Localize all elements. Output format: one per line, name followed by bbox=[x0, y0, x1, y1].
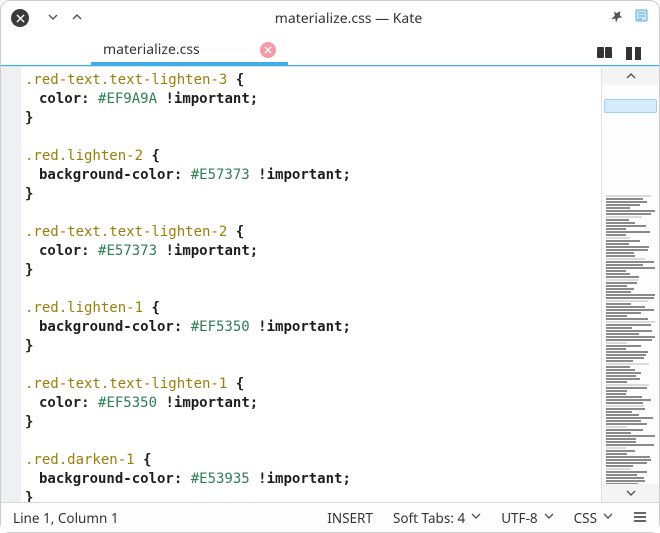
tab-label: materialize.css bbox=[103, 40, 200, 59]
language-mode[interactable]: CSS bbox=[574, 509, 613, 527]
minimap[interactable] bbox=[602, 85, 659, 484]
cursor-position[interactable]: Line 1, Column 1 bbox=[13, 509, 119, 527]
indent-label: Soft Tabs: 4 bbox=[393, 509, 465, 527]
nav-arrows bbox=[43, 8, 87, 29]
css-rule: ▼.red.darken-1 {background-color: #E5393… bbox=[25, 451, 601, 502]
fold-gutter[interactable] bbox=[1, 67, 21, 502]
property: background-color bbox=[39, 318, 174, 337]
status-menu-icon[interactable] bbox=[633, 507, 647, 529]
encoding[interactable]: UTF-8 bbox=[501, 509, 553, 527]
note-icon[interactable] bbox=[634, 8, 649, 28]
nav-down-icon[interactable] bbox=[43, 8, 63, 29]
scrollbar-area bbox=[601, 67, 659, 502]
color-value: #EF5350 bbox=[191, 318, 250, 337]
edit-mode[interactable]: INSERT bbox=[327, 509, 373, 527]
chevron-down-icon bbox=[471, 510, 481, 525]
property: color bbox=[39, 90, 81, 109]
important-keyword: !important bbox=[258, 318, 342, 337]
encoding-label: UTF-8 bbox=[501, 509, 537, 527]
pin-icon[interactable] bbox=[610, 9, 624, 28]
code-editor[interactable]: ▼.red-text.text-lighten-3 {color: #EF9A9… bbox=[21, 67, 601, 502]
chevron-down-icon bbox=[544, 510, 554, 525]
css-rule: ▼.red.lighten-2 {background-color: #E573… bbox=[25, 147, 601, 204]
property: color bbox=[39, 394, 81, 413]
selector: .red-text.text-lighten-1 bbox=[25, 375, 227, 394]
css-rule: ▼.red-text.text-lighten-2 {color: #E5737… bbox=[25, 223, 601, 280]
selector: .red-text.text-lighten-3 bbox=[25, 71, 227, 90]
status-bar: Line 1, Column 1 INSERT Soft Tabs: 4 UTF… bbox=[1, 502, 659, 532]
split-view-icon[interactable] bbox=[626, 45, 641, 65]
window-close-button[interactable] bbox=[11, 9, 29, 27]
minimap-viewport[interactable] bbox=[604, 99, 657, 113]
minimap-content bbox=[606, 195, 655, 478]
editor-area: ▼.red-text.text-lighten-3 {color: #EF9A9… bbox=[1, 66, 659, 502]
important-keyword: !important bbox=[165, 90, 249, 109]
color-value: #EF9A9A bbox=[98, 90, 157, 109]
color-value: #EF5350 bbox=[98, 394, 157, 413]
important-keyword: !important bbox=[165, 242, 249, 261]
tab-close-button[interactable] bbox=[260, 42, 276, 58]
property: background-color bbox=[39, 166, 174, 185]
chevron-down-icon bbox=[603, 510, 613, 525]
css-rule: ▼.red-text.text-lighten-3 {color: #EF9A9… bbox=[25, 71, 601, 128]
important-keyword: !important bbox=[258, 166, 342, 185]
tab-active[interactable]: materialize.css bbox=[91, 37, 288, 65]
property: background-color bbox=[39, 470, 174, 489]
color-value: #E53935 bbox=[191, 470, 250, 489]
tab-bar: materialize.css bbox=[1, 35, 659, 65]
language-label: CSS bbox=[574, 509, 597, 527]
property: color bbox=[39, 242, 81, 261]
selector: .red.darken-1 bbox=[25, 451, 135, 470]
scroll-down-button[interactable] bbox=[602, 484, 659, 502]
color-value: #E57373 bbox=[191, 166, 250, 185]
indent-mode[interactable]: Soft Tabs: 4 bbox=[393, 509, 481, 527]
selector: .red.lighten-1 bbox=[25, 299, 143, 318]
scroll-up-button[interactable] bbox=[602, 67, 659, 85]
nav-up-icon[interactable] bbox=[67, 8, 87, 29]
important-keyword: !important bbox=[165, 394, 249, 413]
title-bar: materialize.css — Kate bbox=[1, 1, 659, 35]
important-keyword: !important bbox=[258, 470, 342, 489]
selector: .red.lighten-2 bbox=[25, 147, 143, 166]
documents-icon[interactable] bbox=[596, 45, 612, 65]
css-rule: ▼.red-text.text-lighten-1 {color: #EF535… bbox=[25, 375, 601, 432]
color-value: #E57373 bbox=[98, 242, 157, 261]
window-title: materialize.css — Kate bbox=[97, 9, 600, 28]
selector: .red-text.text-lighten-2 bbox=[25, 223, 227, 242]
css-rule: ▼.red.lighten-1 {background-color: #EF53… bbox=[25, 299, 601, 356]
